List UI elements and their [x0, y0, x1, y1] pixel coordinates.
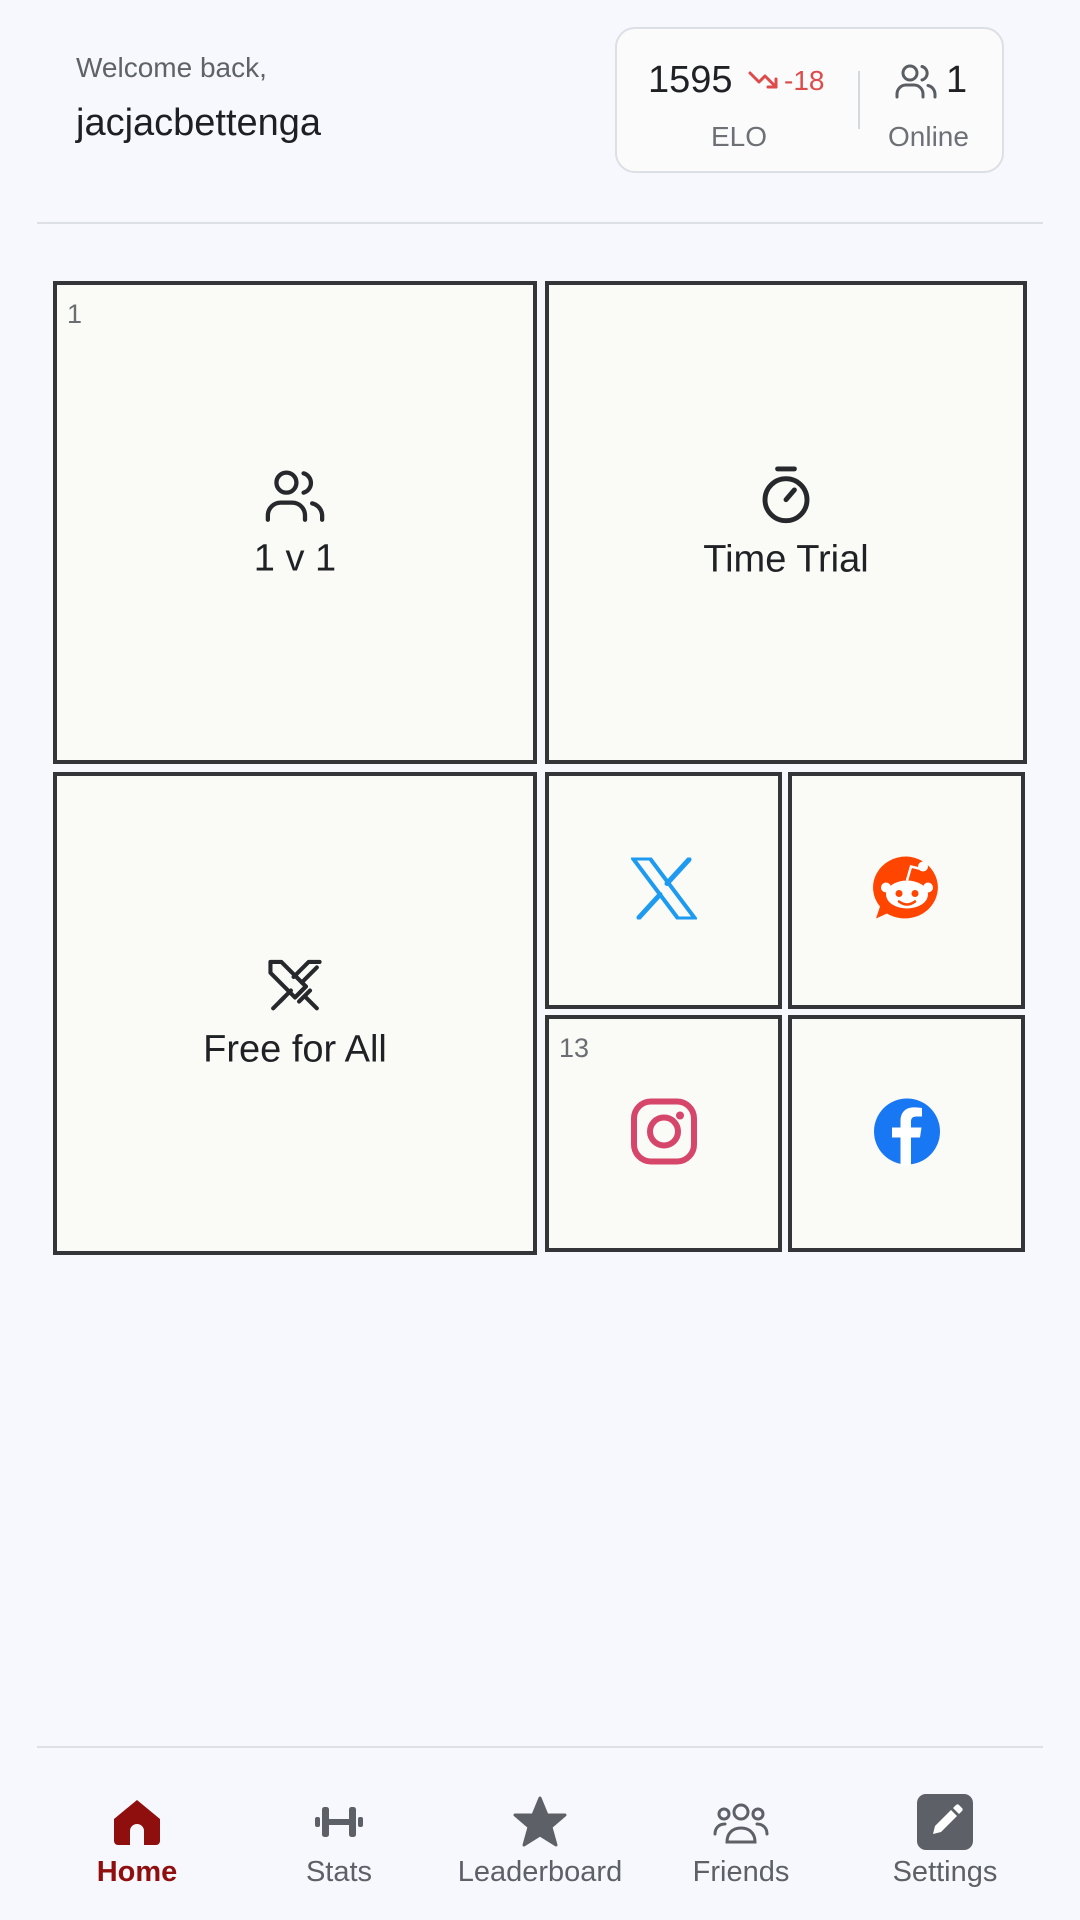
trend-down-icon — [748, 71, 778, 89]
username: jacjacbettenga — [76, 102, 322, 144]
nav-item-friends[interactable]: Friends — [641, 1750, 841, 1920]
nav-item-settings[interactable]: Settings — [845, 1750, 1045, 1920]
edit-icon — [916, 1794, 974, 1850]
x-logo-icon — [630, 856, 697, 924]
tile-content: Free for All — [57, 956, 533, 1071]
facebook-share-tile[interactable] — [788, 1015, 1025, 1252]
header-divider — [37, 222, 1043, 224]
tile-label: Time Trial — [703, 538, 869, 580]
nav-item-stats[interactable]: Stats — [239, 1750, 439, 1920]
nav-label: Stats — [305, 1856, 373, 1888]
nav-label: Home — [96, 1856, 178, 1888]
users-icon — [895, 64, 937, 99]
elo-label: ELO — [711, 121, 768, 152]
star-icon — [513, 1794, 567, 1850]
elo-value: 1595 — [648, 59, 733, 101]
instagram-logo-icon — [630, 1097, 698, 1170]
nav-item-leaderboard[interactable]: Leaderboard — [440, 1750, 640, 1920]
crossed-swords-icon — [265, 956, 325, 1016]
reddit-share-tile[interactable] — [788, 772, 1025, 1009]
home-icon — [111, 1794, 163, 1850]
nav-item-home[interactable]: Home — [37, 1750, 237, 1920]
tile-label: Free for All — [203, 1028, 387, 1070]
card-divider — [858, 71, 860, 129]
tile-badge: 13 — [559, 1033, 590, 1063]
one-v-one-tile[interactable]: 1 1 v 1 — [53, 281, 537, 764]
x-share-tile[interactable] — [545, 772, 782, 1009]
time-trial-tile[interactable]: Time Trial — [545, 281, 1027, 764]
online-count: 1 — [946, 59, 968, 101]
nav-label: Leaderboard — [457, 1856, 623, 1888]
online-label: Online — [888, 121, 969, 152]
dumbbell-icon — [314, 1794, 364, 1850]
nav-label: Settings — [892, 1856, 998, 1888]
nav-label: Friends — [692, 1856, 790, 1888]
users-icon — [263, 465, 327, 525]
elo-delta: -18 — [784, 65, 825, 96]
instagram-share-tile[interactable]: 13 — [545, 1015, 782, 1252]
welcome-text: Welcome back, — [76, 52, 267, 83]
reddit-logo-icon — [872, 854, 942, 927]
facebook-logo-icon — [873, 1097, 941, 1170]
bottom-nav: Home Stats Leaderboard Friends Settings — [0, 1750, 1080, 1920]
home-screen: Welcome back, jacjacbettenga 1595 -18 EL… — [0, 0, 1080, 1920]
tile-content: Time Trial — [549, 464, 1023, 581]
tile-content: 1 v 1 — [57, 465, 533, 580]
stats-card: 1595 -18 ELO 1 Online — [615, 27, 1004, 173]
free-for-all-tile[interactable]: Free for All — [53, 772, 537, 1255]
nav-divider — [37, 1746, 1043, 1748]
stopwatch-icon — [758, 464, 814, 526]
tile-badge: 1 — [67, 299, 83, 329]
friends-icon — [713, 1794, 769, 1850]
tile-label: 1 v 1 — [253, 537, 337, 579]
